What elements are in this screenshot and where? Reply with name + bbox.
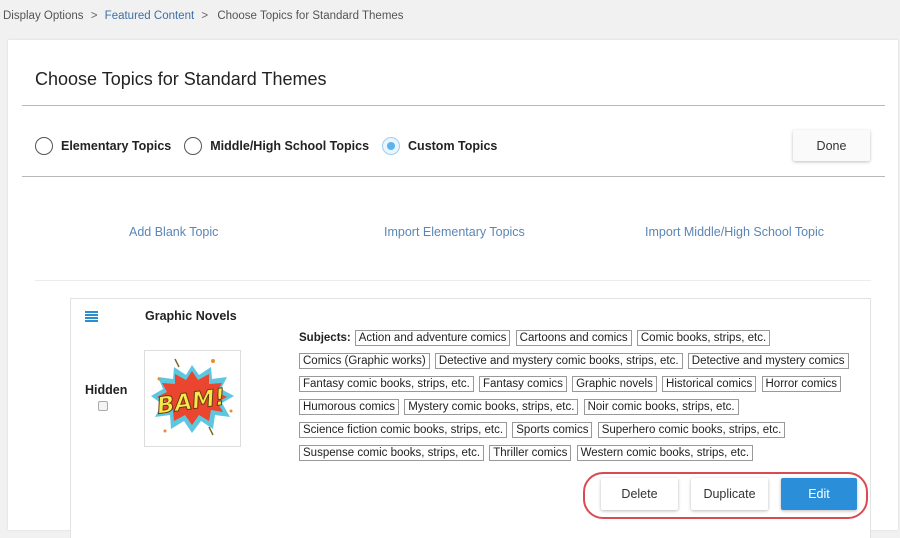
topic-card: Graphic Novels Hidden BAM! Subjects: Acti… [70,298,871,538]
subject-tag: Fantasy comic books, strips, etc. [299,376,474,392]
edit-button[interactable]: Edit [781,478,857,510]
breadcrumb-separator: > [201,10,209,22]
drag-handle-icon[interactable] [85,311,98,322]
radio-button[interactable] [35,137,53,155]
subject-tag: Science fiction comic books, strips, etc… [299,422,508,438]
add-blank-topic-link[interactable]: Add Blank Topic [129,225,218,239]
subject-tag: Western comic books, strips, etc. [576,445,754,461]
duplicate-button[interactable]: Duplicate [691,478,768,510]
delete-button[interactable]: Delete [601,478,678,510]
subject-tag: Sports comics [512,422,593,438]
subject-tag: Cartoons and comics [515,330,632,346]
hidden-checkbox[interactable] [98,401,108,411]
subject-tag: Suspense comic books, strips, etc. [299,445,485,461]
subject-tag: Noir comic books, strips, etc. [583,399,739,415]
subjects-list: Subjects: Action and adventure comics Car… [299,330,859,468]
subject-tag: Detective and mystery comics [687,353,849,369]
subject-tag: Superhero comic books, strips, etc. [597,422,786,438]
subject-tag: Thriller comics [489,445,572,461]
topics-card: Choose Topics for Standard Themes Elemen… [8,40,898,538]
subject-tag: Horror comics [761,376,842,392]
divider [35,280,871,281]
radio-middle-high-topics[interactable]: Middle/High School Topics [184,137,369,155]
divider [22,176,885,177]
import-middle-high-topic-link[interactable]: Import Middle/High School Topic [645,225,824,239]
subject-tag: Action and adventure comics [354,330,511,346]
radio-custom-topics[interactable]: Custom Topics [382,137,497,155]
subject-tag: Humorous comics [299,399,400,415]
breadcrumb-separator: > [90,10,98,22]
radio-label: Middle/High School Topics [210,139,370,153]
radio-button-selected[interactable] [382,137,401,155]
bam-burst-icon: BAM! [151,358,234,436]
subjects-label: Subjects: [299,332,351,344]
radio-label: Elementary Topics [61,139,172,153]
subject-tag: Historical comics [662,376,757,392]
subject-tag: Detective and mystery comic books, strip… [434,353,683,369]
topic-image[interactable]: BAM! [144,350,241,447]
breadcrumb: Display Options > Featured Content > Cho… [3,10,404,22]
divider [22,105,885,106]
breadcrumb-display-options[interactable]: Display Options [3,10,84,22]
import-elementary-topics-link[interactable]: Import Elementary Topics [384,225,525,239]
subject-tag: Comic books, strips, etc. [636,330,771,346]
radio-button[interactable] [184,137,203,155]
radio-elementary-topics[interactable]: Elementary Topics [35,137,171,155]
breadcrumb-featured-content[interactable]: Featured Content [105,10,195,22]
subject-tag: Comics (Graphic works) [299,353,430,369]
breadcrumb-current: Choose Topics for Standard Themes [217,10,404,22]
done-button[interactable]: Done [793,130,870,161]
page-title: Choose Topics for Standard Themes [35,69,327,89]
subject-tag: Fantasy comics [479,376,567,392]
radio-label: Custom Topics [408,139,498,153]
topic-set-radio-group: Elementary Topics Middle/High School Top… [35,137,510,155]
subject-tag: Mystery comic books, strips, etc. [404,399,579,415]
topic-title: Graphic Novels [145,309,237,323]
hidden-label: Hidden [85,383,128,397]
subject-tag: Graphic novels [572,376,657,392]
